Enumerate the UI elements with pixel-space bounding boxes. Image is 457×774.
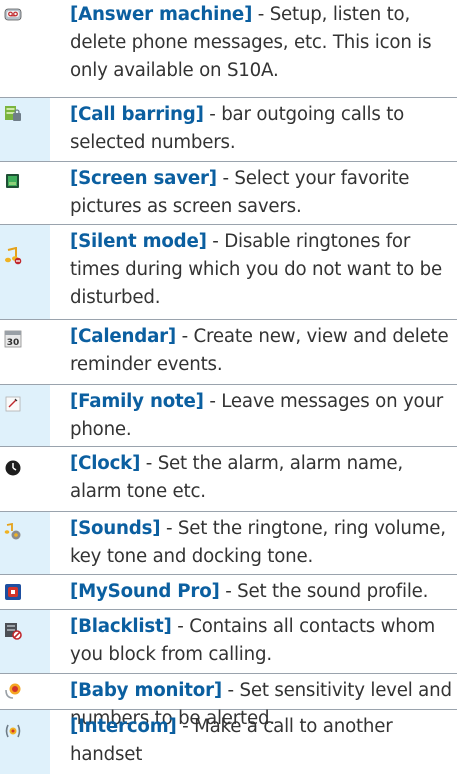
row-label: [Sounds] [70,518,161,539]
mysound-pro-icon [5,584,21,600]
icon-cell [0,385,50,446]
row-label: [Screen saver] [70,168,217,189]
row-label: [Clock] [70,453,141,474]
row-text: [Sounds] - Set the ringtone, ring volume… [70,515,454,571]
icon-cell [0,0,50,97]
row-label: [Blacklist] [70,616,172,637]
screen-saver-icon [6,174,19,188]
table-row: [Clock] - Set the alarm, alarm name, ala… [0,447,457,512]
row-text: [Calendar] - Create new, view and delete… [70,323,454,379]
intercom-icon [5,724,21,738]
table-row: [Intercom] - Make a call to another hand… [0,710,457,774]
table-row: [Silent mode] - Disable ringtones for ti… [0,225,457,320]
sounds-icon [4,523,21,540]
icon-cell [0,710,50,774]
table-row: [Answer machine] - Setup, listen to, del… [0,0,457,98]
table-row: [Screen saver] - Select your favorite pi… [0,162,457,225]
table-row: [Blacklist] - Contains all contacts whom… [0,610,457,674]
row-text: [Intercom] - Make a call to another hand… [70,713,454,769]
row-text: [Silent mode] - Disable ringtones for ti… [70,228,454,312]
table-row: [MySound Pro] - Set the sound profile. [0,575,457,610]
row-text: [MySound Pro] - Set the sound profile. [70,578,454,606]
table-row: [Baby monitor] - Set sensitivity level a… [0,674,457,729]
icon-cell [0,225,50,319]
row-text: [Clock] - Set the alarm, alarm name, ala… [70,450,454,506]
row-text: [Blacklist] - Contains all contacts whom… [70,613,454,669]
call-barring-icon [5,106,21,121]
icon-cell: 30 [0,320,50,384]
icon-cell [0,162,50,224]
row-text: [Family note] - Leave messages on your p… [70,388,454,444]
row-text: [Answer machine] - Setup, listen to, del… [70,1,454,85]
table-row: 30 [Calendar] - Create new, view and del… [0,320,457,385]
row-text: [Call barring] - bar outgoing calls to s… [70,101,454,157]
row-label: [Calendar] [70,326,177,347]
blacklist-icon [5,623,22,640]
icon-cell [0,447,50,511]
row-label: [MySound Pro] [70,581,220,602]
icon-cell [0,98,50,161]
icon-cell [0,674,50,709]
icon-cell [0,575,50,609]
table-row: [Sounds] - Set the ringtone, ring volume… [0,512,457,575]
calendar-icon: 30 [4,330,22,348]
baby-monitor-icon [5,683,21,699]
silent-mode-icon [5,247,22,265]
row-description: - Set the sound profile. [219,581,429,602]
row-text: [Screen saver] - Select your favorite pi… [70,165,454,221]
clock-icon [5,460,21,476]
row-label: [Answer machine] [70,4,253,25]
row-label: [Call barring] [70,104,204,125]
row-label: [Family note] [70,391,204,412]
answer-machine-icon [4,8,22,21]
table-row: [Family note] - Leave messages on your p… [0,385,457,447]
row-label: [Silent mode] [70,231,207,252]
icon-cell [0,610,50,673]
icon-cell [0,512,50,574]
menu-icon-table: [Answer machine] - Setup, listen to, del… [0,0,457,774]
table-row: [Call barring] - bar outgoing calls to s… [0,98,457,162]
row-label: [Baby monitor] [70,680,222,701]
row-label: [Intercom] [70,716,177,737]
family-note-icon [5,396,21,412]
calendar-icon-day: 30 [7,338,20,348]
